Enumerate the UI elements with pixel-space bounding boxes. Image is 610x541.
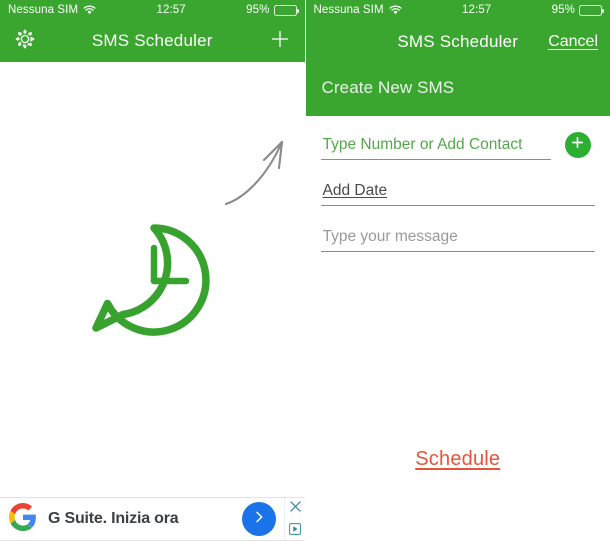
battery-icon — [273, 4, 299, 16]
status-bar-left-group-2: Nessuna SIM — [314, 4, 402, 16]
message-field-row — [320, 228, 595, 252]
date-field-label: Add Date — [322, 182, 388, 199]
carrier-label-2: Nessuna SIM — [313, 4, 384, 16]
annotation-arrow — [222, 120, 302, 213]
settings-button[interactable] — [12, 28, 38, 54]
ad-advertiser-logo — [0, 502, 46, 536]
schedule-button-container: Schedule — [306, 448, 610, 471]
page-title-left: SMS Scheduler — [91, 31, 213, 50]
plus-icon — [268, 27, 292, 56]
battery-icon — [579, 4, 605, 16]
gear-icon — [13, 27, 37, 56]
wifi-icon — [83, 5, 96, 15]
google-logo-icon — [9, 502, 37, 536]
create-sms-form: Add Date — [306, 116, 610, 252]
create-sms-header: SMS Scheduler Cancel Create New SMS — [305, 20, 610, 116]
left-phone-screen: Nessuna SIM 12:57 95% SMS Scheduler G Su… — [0, 0, 306, 541]
dual-screenshot-container: Nessuna SIM 12:57 95% SMS Scheduler G Su… — [0, 0, 610, 541]
left-screen-body — [0, 62, 305, 497]
status-bar-left-group: Nessuna SIM — [8, 4, 96, 16]
ad-banner[interactable]: G Suite. Inizia ora — [0, 497, 305, 541]
schedule-button[interactable]: Schedule — [415, 448, 500, 471]
carrier-label: Nessuna SIM — [8, 4, 79, 16]
right-phone-screen: Nessuna SIM 12:57 95% SMS Scheduler Canc… — [305, 0, 610, 541]
adchoices-icon[interactable] — [289, 522, 301, 540]
add-contact-button[interactable] — [564, 132, 591, 158]
ad-headline: G Suite. Inizia ora — [48, 510, 179, 527]
message-input[interactable] — [320, 228, 595, 252]
chevron-right-icon — [251, 509, 267, 530]
date-field[interactable]: Add Date — [320, 182, 595, 206]
plus-circle-icon — [570, 135, 585, 155]
recipient-field-row — [320, 132, 596, 160]
empty-state-illustration — [88, 220, 218, 343]
ad-cta-button[interactable] — [242, 502, 276, 536]
add-sms-button[interactable] — [267, 28, 293, 54]
battery-percent-label-2: 95% — [551, 4, 575, 16]
section-subtitle: Create New SMS — [321, 78, 455, 97]
close-icon[interactable] — [289, 499, 301, 517]
status-bar-right-group: 95% — [246, 4, 299, 16]
wifi-icon — [389, 5, 402, 15]
clock-time-2: 12:57 — [462, 4, 492, 16]
recipient-input[interactable] — [320, 136, 551, 160]
navbar-left: SMS Scheduler — [0, 20, 305, 62]
ad-side-controls — [284, 498, 305, 540]
battery-percent-label: 95% — [246, 4, 270, 16]
clock-time: 12:57 — [156, 4, 186, 16]
status-bar-left: Nessuna SIM 12:57 95% — [0, 0, 305, 20]
cancel-button[interactable]: Cancel — [548, 33, 598, 51]
navbar-right: SMS Scheduler Cancel — [306, 20, 610, 64]
status-bar-right: Nessuna SIM 12:57 95% — [305, 0, 610, 20]
status-bar-right-group-2: 95% — [551, 4, 605, 16]
clock-speech-bubble-icon — [88, 224, 218, 342]
hand-drawn-curved-arrow-icon — [222, 140, 302, 212]
